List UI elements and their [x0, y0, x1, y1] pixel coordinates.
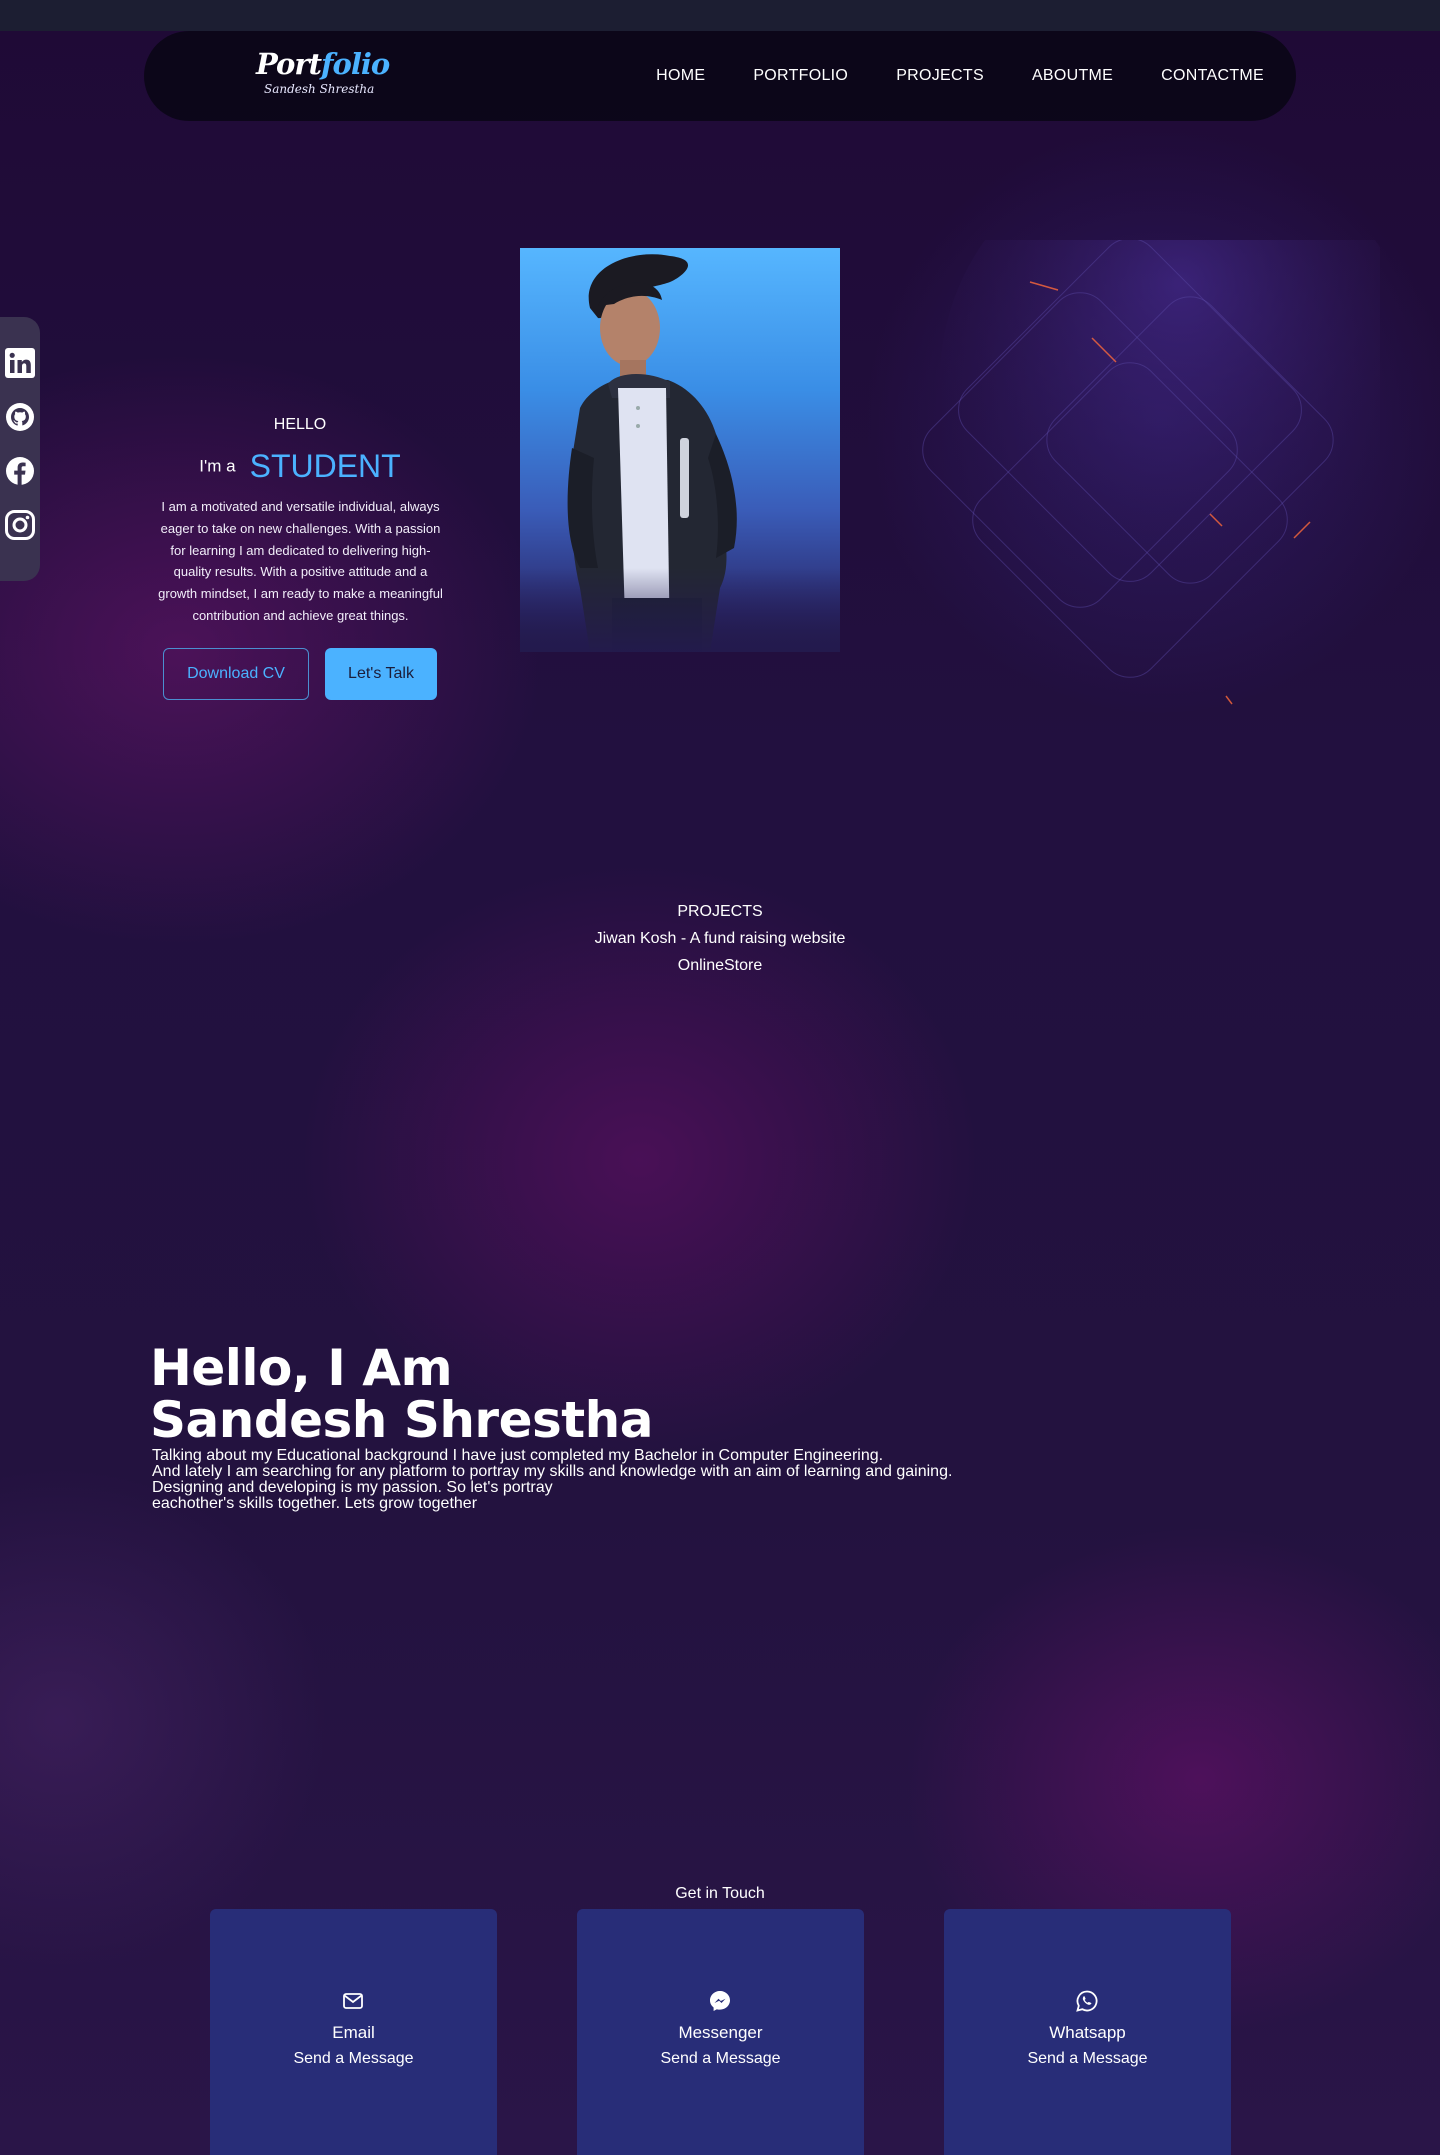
nav-link-contactme[interactable]: CONTACTME	[1161, 67, 1264, 85]
about-text: Talking about my Educational background …	[152, 1448, 1132, 1512]
about-text-line: eachother's skills together. Lets grow t…	[152, 1495, 478, 1512]
contact-heading: Get in Touch	[675, 1885, 765, 1902]
navbar: Portfolio Sandesh Shrestha HOME PORTFOLI…	[144, 31, 1296, 121]
download-cv-button[interactable]: Download CV	[163, 648, 309, 700]
logo-wordmark: Portfolio	[256, 47, 390, 81]
nav-link-projects[interactable]: PROJECTS	[896, 67, 984, 85]
project-item[interactable]: OnlineStore	[520, 957, 920, 975]
hero-role-prefix: I'm a	[199, 456, 236, 476]
nav-link-home[interactable]: HOME	[656, 67, 705, 85]
linkedin-icon[interactable]	[4, 347, 36, 379]
about-text-line: Designing and developing is my passion. …	[152, 1479, 553, 1496]
hero-decoration	[880, 140, 1420, 740]
contact-card-whatsapp[interactable]: Whatsapp Send a Message	[944, 1909, 1231, 2155]
logo[interactable]: Portfolio Sandesh Shrestha	[256, 47, 390, 107]
lets-talk-button[interactable]: Let's Talk	[325, 648, 437, 700]
messenger-icon	[708, 1989, 732, 2013]
logo-wordmark-part-b: folio	[321, 47, 390, 81]
contact-card-title: Email	[332, 2023, 375, 2042]
project-item[interactable]: Jiwan Kosh - A fund raising website	[520, 930, 920, 948]
nav-links: HOME PORTFOLIO PROJECTS ABOUTME CONTACTM…	[608, 31, 1264, 121]
contact-card-title: Messenger	[678, 2023, 763, 2042]
hero-intro: I am a motivated and versatile individua…	[158, 499, 443, 623]
logo-signature: Sandesh Shrestha	[264, 82, 375, 96]
nav-link-aboutme[interactable]: ABOUTME	[1032, 67, 1113, 85]
contact-card-messenger[interactable]: Messenger Send a Message	[577, 1909, 864, 2155]
contact-card-subtitle[interactable]: Send a Message	[577, 2050, 864, 2068]
contact-card-title: Whatsapp	[1049, 2023, 1126, 2042]
projects-heading: PROJECTS	[677, 903, 763, 920]
facebook-icon[interactable]	[4, 455, 36, 487]
instagram-icon[interactable]	[4, 509, 36, 541]
about-heading: Hello, I Am Sandesh Shrestha	[150, 1339, 654, 1449]
about-text-line: Talking about my Educational background …	[152, 1447, 884, 1464]
hero-greeting: HELLO	[273, 416, 327, 433]
hero-role: STUDENT	[249, 448, 401, 484]
contact-card-subtitle[interactable]: Send a Message	[210, 2050, 497, 2068]
browser-top-strip	[0, 0, 1440, 31]
about-heading-line2: Sandesh Shrestha	[150, 1391, 654, 1449]
about-text-line: And lately I am searching for any platfo…	[152, 1463, 953, 1480]
nav-link-portfolio[interactable]: PORTFOLIO	[753, 67, 848, 85]
social-sidebar	[0, 317, 40, 581]
whatsapp-icon	[1075, 1989, 1099, 2013]
contact-card-subtitle[interactable]: Send a Message	[944, 2050, 1231, 2068]
contact-card-email[interactable]: Email Send a Message	[210, 1909, 497, 2155]
github-icon[interactable]	[4, 401, 36, 433]
profile-photo	[520, 248, 840, 652]
logo-wordmark-part-a: Port	[256, 47, 322, 81]
mail-icon	[341, 1989, 365, 2013]
hero-role-line: I'm a STUDENT	[150, 448, 450, 485]
about-heading-line1: Hello, I Am	[150, 1339, 453, 1397]
